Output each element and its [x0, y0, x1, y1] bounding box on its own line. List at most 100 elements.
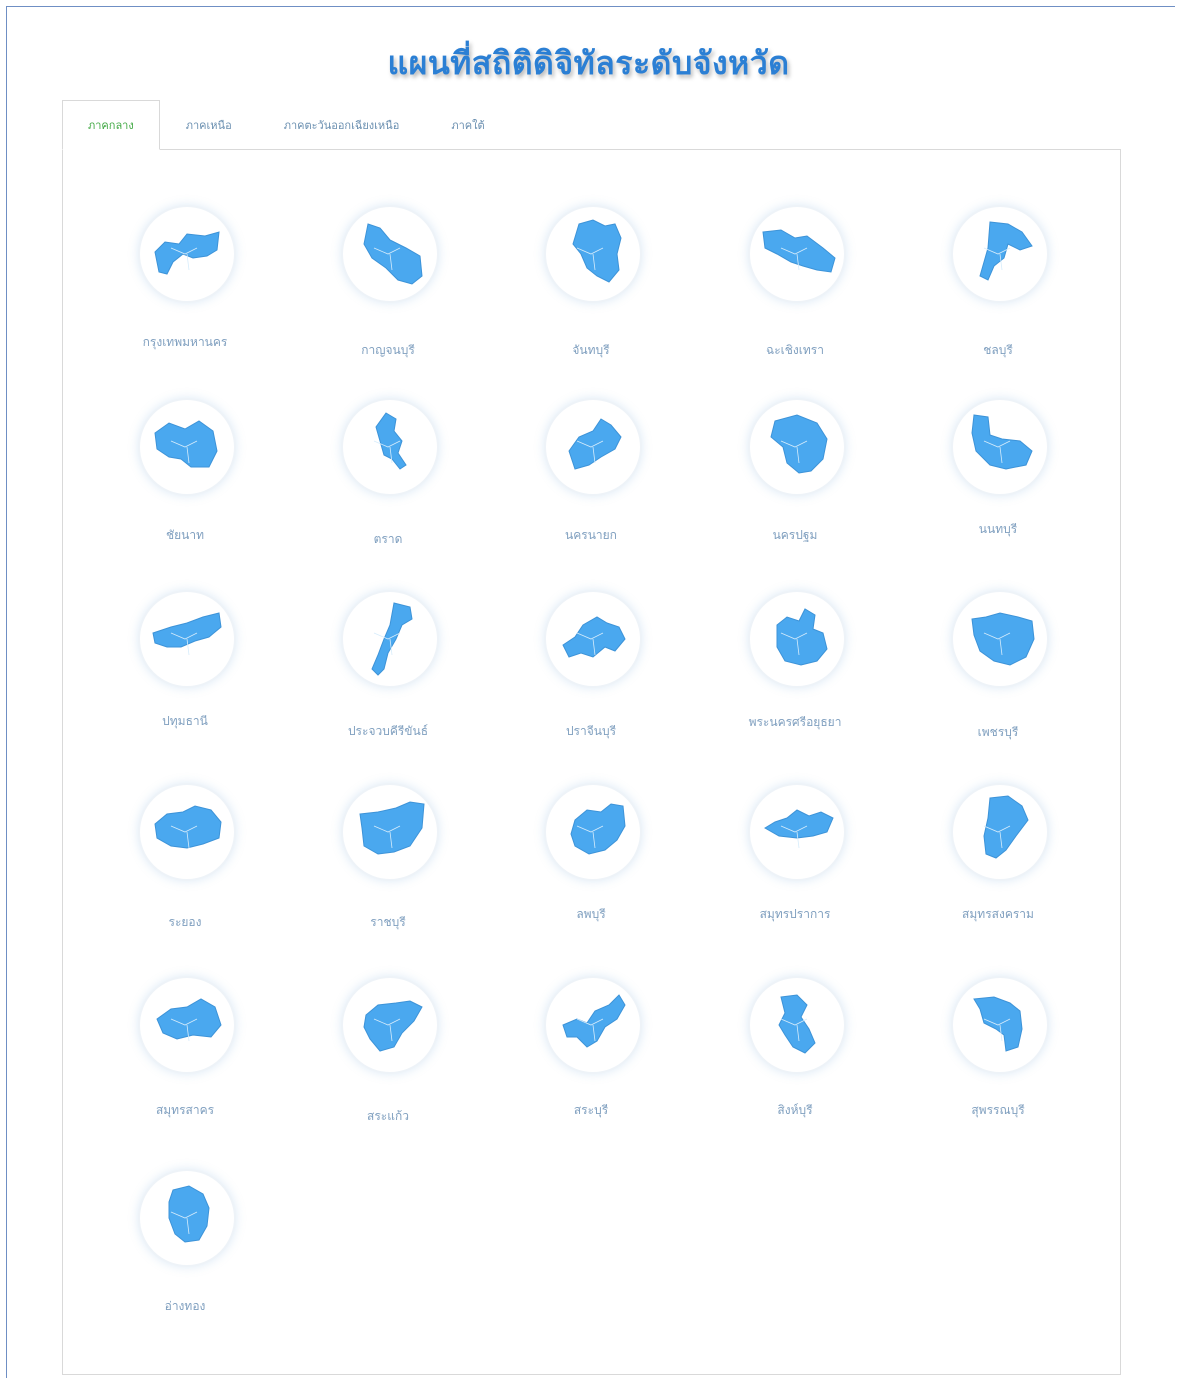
province-label[interactable]: ชลบุรี: [918, 341, 1078, 360]
province-card[interactable]: นครนายก: [511, 398, 671, 568]
province-card[interactable]: สมุทรสาคร: [105, 976, 265, 1146]
nakhon-nayok-map-icon: [568, 418, 622, 470]
kanchanaburi-map-icon: [363, 223, 423, 285]
samut-songkhram-map-icon: [983, 795, 1029, 859]
province-map-thumbnail[interactable]: [748, 205, 846, 303]
province-label[interactable]: สมุทรปราการ: [715, 905, 875, 924]
province-label[interactable]: ฉะเชิงเทรา: [715, 341, 875, 360]
samut-sakhon-map-icon: [156, 998, 222, 1042]
province-map-thumbnail[interactable]: [341, 590, 439, 688]
phetchaburi-map-icon: [971, 612, 1035, 666]
province-map-thumbnail[interactable]: [138, 783, 236, 881]
nakhon-pathom-map-icon: [770, 414, 828, 474]
province-card[interactable]: ชัยนาท: [105, 398, 265, 568]
province-map-thumbnail[interactable]: [138, 205, 236, 303]
prachinburi-map-icon: [562, 616, 626, 658]
province-label[interactable]: สิงห์บุรี: [715, 1101, 875, 1120]
province-map-thumbnail[interactable]: [951, 205, 1049, 303]
province-map-thumbnail[interactable]: [951, 590, 1049, 688]
province-card[interactable]: สมุทรสงคราม: [918, 783, 1078, 953]
province-card[interactable]: ประจวบคีรีขันธ์: [308, 590, 468, 760]
province-card[interactable]: จันทบุรี: [511, 205, 671, 375]
province-card[interactable]: ปราจีนบุรี: [511, 590, 671, 760]
tab-central[interactable]: ภาคกลาง: [62, 100, 160, 150]
province-map-thumbnail[interactable]: [138, 976, 236, 1074]
province-card[interactable]: นนทบุรี: [918, 398, 1078, 568]
province-card[interactable]: สระแก้ว: [308, 976, 468, 1146]
province-label[interactable]: สระบุรี: [511, 1101, 671, 1120]
province-label[interactable]: สมุทรสงคราม: [918, 905, 1078, 924]
province-card[interactable]: นครปฐม: [715, 398, 875, 568]
province-map-thumbnail[interactable]: [544, 783, 642, 881]
province-card[interactable]: ระยอง: [105, 783, 265, 953]
province-map-thumbnail[interactable]: [544, 205, 642, 303]
province-map-thumbnail[interactable]: [748, 976, 846, 1074]
province-map-thumbnail[interactable]: [138, 398, 236, 496]
province-label[interactable]: ตราด: [308, 530, 468, 549]
province-label[interactable]: สุพรรณบุรี: [918, 1101, 1078, 1120]
province-label[interactable]: กรุงเทพมหานคร: [105, 333, 265, 352]
province-label[interactable]: ปทุมธานี: [105, 712, 265, 731]
province-label[interactable]: สมุทรสาคร: [105, 1101, 265, 1120]
province-label[interactable]: กาญจนบุรี: [308, 341, 468, 360]
province-card[interactable]: สมุทรปราการ: [715, 783, 875, 953]
page-title: แผนที่สถิติดิจิทัลระดับจังหวัด: [387, 44, 790, 82]
province-label[interactable]: นครนายก: [511, 526, 671, 545]
province-map-thumbnail[interactable]: [951, 398, 1049, 496]
province-card[interactable]: ชลบุรี: [918, 205, 1078, 375]
province-map-thumbnail[interactable]: [138, 590, 236, 688]
province-label[interactable]: ลพบุรี: [511, 905, 671, 924]
province-map-thumbnail[interactable]: [748, 398, 846, 496]
chainat-map-icon: [154, 420, 218, 468]
province-map-thumbnail[interactable]: [341, 976, 439, 1074]
province-card[interactable]: ลพบุรี: [511, 783, 671, 953]
province-card[interactable]: สระบุรี: [511, 976, 671, 1146]
province-card[interactable]: กาญจนบุรี: [308, 205, 468, 375]
province-label[interactable]: จันทบุรี: [511, 341, 671, 360]
province-card[interactable]: ตราด: [308, 398, 468, 568]
singburi-map-icon: [778, 994, 816, 1054]
province-card[interactable]: ปทุมธานี: [105, 590, 265, 760]
province-label[interactable]: อ่างทอง: [105, 1297, 265, 1316]
province-label[interactable]: เพชรบุรี: [918, 723, 1078, 742]
rayong-map-icon: [154, 805, 222, 849]
province-label[interactable]: ราชบุรี: [308, 913, 468, 932]
province-map-thumbnail[interactable]: [544, 590, 642, 688]
tab-south[interactable]: ภาคใต้: [425, 100, 510, 150]
province-map-thumbnail[interactable]: [951, 783, 1049, 881]
province-label[interactable]: นนทบุรี: [918, 520, 1078, 539]
province-panel: กรุงเทพมหานคร กาญจนบุรี จันทบุรี ฉะเชิงเทรา…: [62, 149, 1121, 1375]
tab-northeast[interactable]: ภาคตะวันออกเฉียงเหนือ: [258, 100, 426, 150]
province-map-thumbnail[interactable]: [951, 976, 1049, 1074]
province-card[interactable]: ฉะเชิงเทรา: [715, 205, 875, 375]
province-label[interactable]: นครปฐม: [715, 526, 875, 545]
province-card[interactable]: ราชบุรี: [308, 783, 468, 953]
province-map-thumbnail[interactable]: [341, 398, 439, 496]
province-map-thumbnail[interactable]: [341, 783, 439, 881]
province-map-thumbnail[interactable]: [544, 976, 642, 1074]
province-card[interactable]: กรุงเทพมหานคร: [105, 205, 265, 375]
samut-prakan-map-icon: [764, 809, 834, 849]
province-label[interactable]: สระแก้ว: [308, 1107, 468, 1126]
province-card[interactable]: อ่างทอง: [105, 1169, 265, 1339]
bangkok-map-icon: [154, 231, 220, 275]
province-label[interactable]: ชัยนาท: [105, 526, 265, 545]
sa-kaeo-map-icon: [363, 1000, 423, 1052]
province-card[interactable]: พระนครศรีอยุธยา: [715, 590, 875, 760]
prachuap-map-icon: [371, 602, 413, 676]
province-label[interactable]: พระนครศรีอยุธยา: [715, 713, 875, 732]
province-map-thumbnail[interactable]: [748, 590, 846, 688]
province-map-thumbnail[interactable]: [748, 783, 846, 881]
province-label[interactable]: ระยอง: [105, 913, 265, 932]
province-card[interactable]: สุพรรณบุรี: [918, 976, 1078, 1146]
ratchaburi-map-icon: [359, 801, 425, 855]
province-map-thumbnail[interactable]: [341, 205, 439, 303]
tab-north[interactable]: ภาคเหนือ: [160, 100, 258, 150]
province-map-thumbnail[interactable]: [138, 1169, 236, 1267]
province-label[interactable]: ประจวบคีรีขันธ์: [308, 722, 468, 741]
chanthaburi-map-icon: [572, 219, 622, 283]
province-label[interactable]: ปราจีนบุรี: [511, 722, 671, 741]
province-card[interactable]: เพชรบุรี: [918, 590, 1078, 760]
province-map-thumbnail[interactable]: [544, 398, 642, 496]
province-card[interactable]: สิงห์บุรี: [715, 976, 875, 1146]
